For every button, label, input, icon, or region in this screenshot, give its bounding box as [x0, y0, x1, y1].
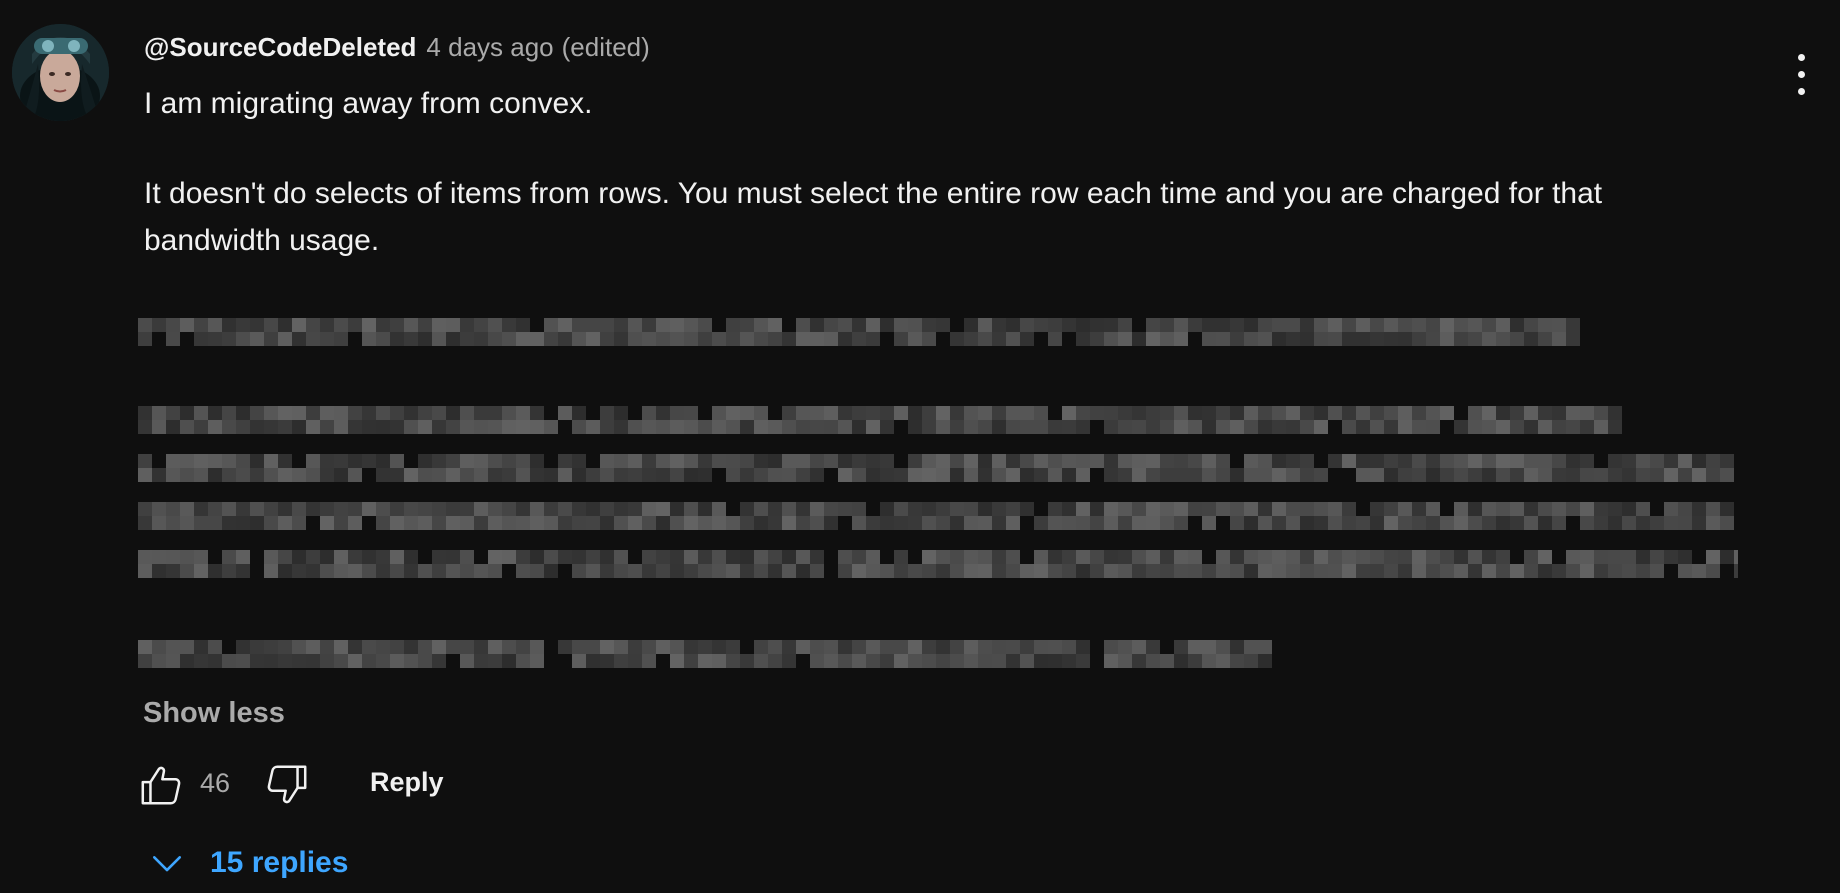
menu-dot	[1798, 88, 1805, 95]
comment-text-line-3: bandwidth usage.	[144, 224, 380, 257]
thumbs-down-icon[interactable]	[264, 762, 310, 808]
comment-action-bar: 46 Reply	[138, 760, 738, 810]
thumbs-up-icon[interactable]	[138, 762, 184, 808]
author-name[interactable]: @SourceCodeDeleted	[144, 32, 416, 63]
edited-label: (edited)	[561, 32, 650, 62]
comment-text-line-2: It doesn't do selects of items from rows…	[144, 177, 1603, 210]
comment-action-menu-icon[interactable]	[1786, 50, 1816, 100]
comment-timestamp[interactable]: 4 days ago	[426, 32, 553, 63]
menu-dot	[1798, 71, 1805, 78]
redacted-text-block	[138, 318, 1738, 668]
avatar[interactable]	[12, 24, 109, 121]
replies-count-label: 15 replies	[210, 846, 349, 879]
view-replies-button[interactable]: 15 replies	[150, 840, 348, 886]
menu-dot	[1798, 54, 1805, 61]
comment-text-line-1: I am migrating away from convex.	[144, 87, 593, 120]
comment-thread: @SourceCodeDeleted 4 days ago (edited) I…	[0, 0, 1840, 893]
comment-header: @SourceCodeDeleted 4 days ago (edited)	[144, 32, 650, 63]
avatar-image	[12, 24, 109, 121]
reply-button[interactable]: Reply	[370, 767, 444, 798]
show-less-button[interactable]: Show less	[143, 697, 285, 730]
chevron-down-icon	[152, 856, 182, 872]
like-count: 46	[200, 768, 231, 798]
